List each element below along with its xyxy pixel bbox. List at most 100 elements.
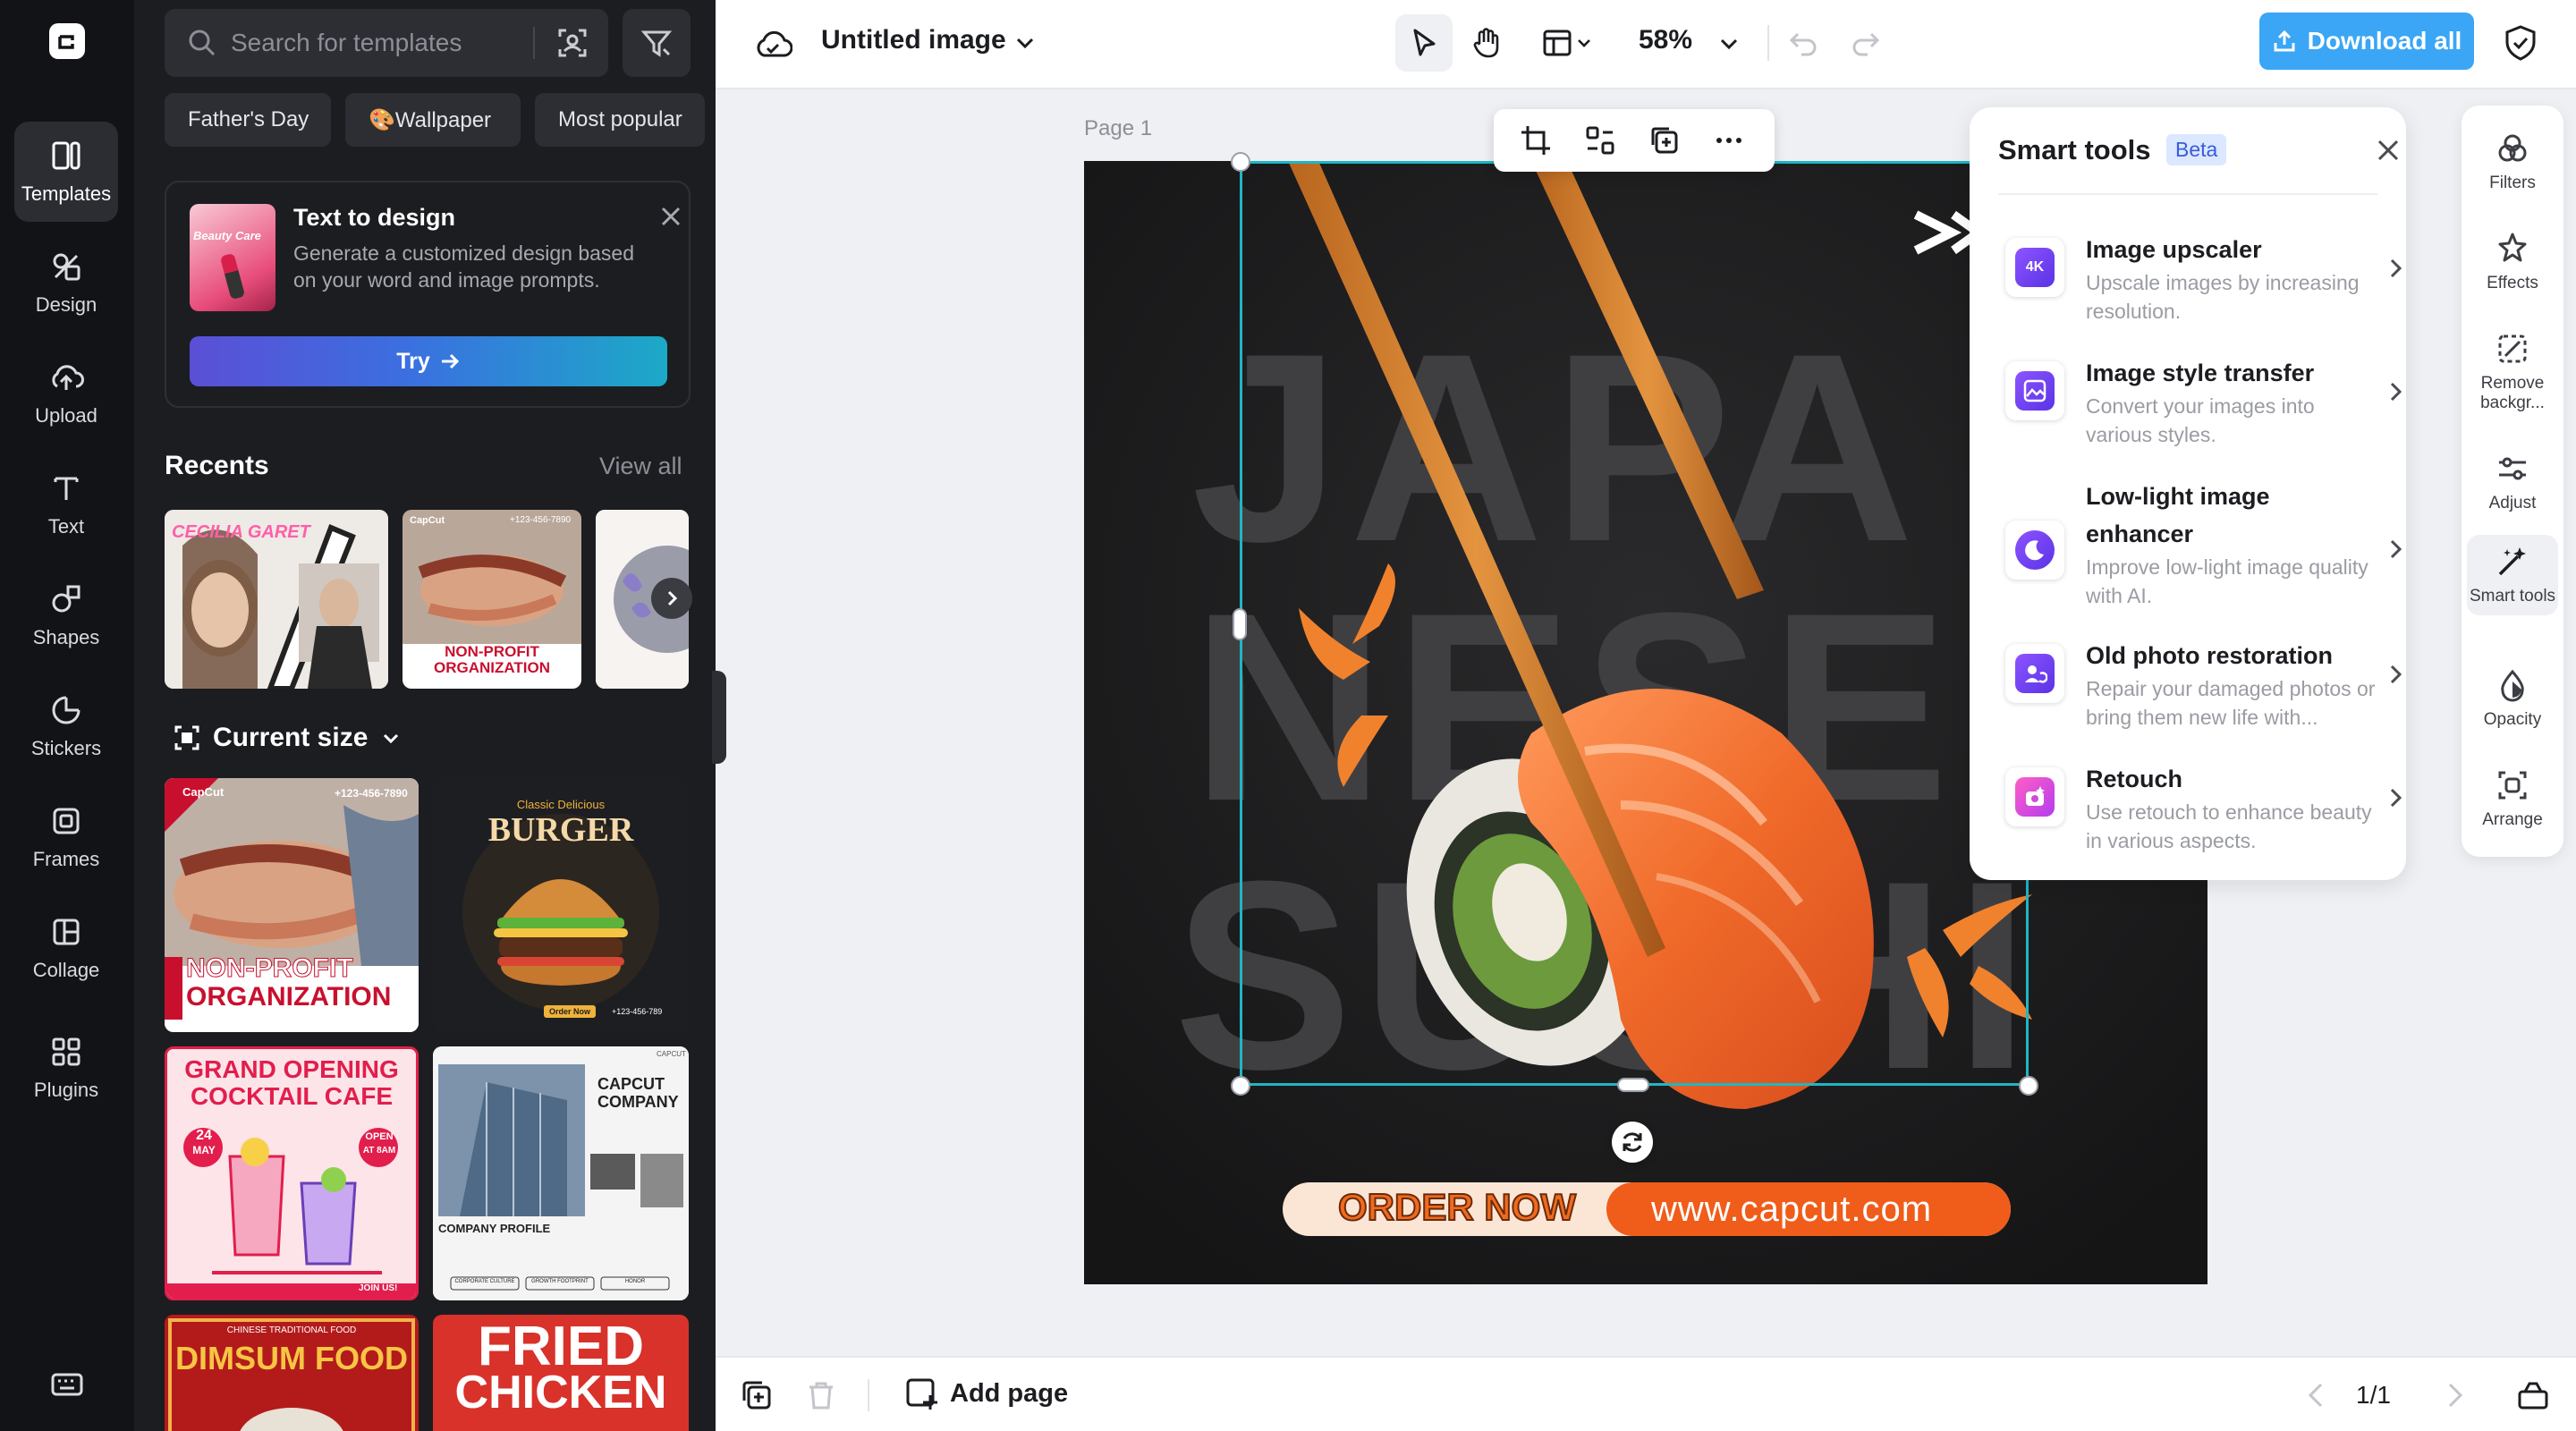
right-tool-effects[interactable]: Effects	[2467, 222, 2558, 302]
resize-handle-left[interactable]	[1233, 608, 1247, 640]
tool-name: Old photo restoration	[2086, 642, 2333, 669]
pages-panel-icon[interactable]	[2515, 1377, 2551, 1413]
current-size-dropdown[interactable]: Current size	[174, 723, 402, 753]
filter-button[interactable]	[623, 9, 691, 77]
rail-label: Upload	[35, 404, 97, 427]
chip-most-popular[interactable]: Most popular	[535, 93, 705, 147]
keyboard-icon[interactable]	[49, 1367, 85, 1402]
duplicate-page-icon[interactable]	[739, 1377, 775, 1413]
template-nonprofit[interactable]: CapCut +123-456-7890 NON-PROFIT ORGANIZA…	[165, 778, 419, 1032]
right-tool-label: Adjust	[2488, 494, 2537, 512]
rail-item-shapes[interactable]: Shapes	[14, 565, 118, 665]
chip-wallpaper[interactable]: 🎨Wallpaper	[345, 93, 521, 147]
chevron-down-icon[interactable]	[1716, 30, 1742, 57]
rail-label: Text	[47, 515, 85, 538]
rail-item-stickers[interactable]: Stickers	[14, 676, 118, 776]
download-all-button[interactable]: Download all	[2259, 13, 2474, 70]
chevron-down-icon[interactable]	[1011, 29, 1039, 57]
flip-icon[interactable]	[1583, 123, 1617, 157]
zoom-level[interactable]: 58%	[1639, 25, 1692, 55]
text-to-design-thumbnail: Beauty Care	[190, 204, 275, 311]
resize-icon	[174, 725, 199, 750]
template-cocktail[interactable]: GRAND OPENING COCKTAIL CAFE 24 MAY OPEN …	[165, 1046, 419, 1300]
right-tool-opacity[interactable]: Opacity	[2467, 658, 2558, 739]
resize-handle-bottom-left[interactable]	[1231, 1076, 1250, 1096]
delete-page-icon[interactable]	[803, 1377, 839, 1413]
right-tool-adjust[interactable]: Adjust	[2467, 442, 2558, 522]
style-transfer-icon	[2005, 361, 2064, 420]
redo-icon[interactable]	[1848, 25, 1884, 61]
template-fried-chicken[interactable]: FRIED CHICKEN	[433, 1315, 689, 1431]
recent-item[interactable]: CECILIA GARET	[165, 510, 388, 689]
recents-title: Recents	[165, 451, 269, 480]
more-options-icon[interactable]	[1712, 123, 1746, 157]
add-page-button[interactable]: Add page	[903, 1376, 1068, 1411]
document-title[interactable]: Untitled image	[821, 25, 1006, 55]
selection-box[interactable]	[1240, 161, 2029, 1086]
template-dimsum[interactable]: CHINESE TRADITIONAL FOOD DIMSUM FOOD	[165, 1315, 419, 1431]
rail-item-upload[interactable]: Upload	[14, 343, 118, 444]
hand-tool-button[interactable]	[1458, 14, 1515, 72]
crop-icon[interactable]	[1519, 123, 1553, 157]
view-all-link[interactable]: View all	[599, 453, 682, 480]
rail-item-collage[interactable]: Collage	[14, 898, 118, 998]
rail-item-text[interactable]: Text	[14, 454, 118, 555]
template-title: BURGER	[487, 811, 634, 849]
smart-tools-panel: Smart tools Beta 4K Image upscaler Upsca…	[1970, 107, 2406, 880]
next-page-icon[interactable]	[2436, 1377, 2472, 1413]
template-line2: COMPANY	[597, 1093, 679, 1111]
add-page-label: Add page	[950, 1378, 1069, 1408]
template-line2: COCKTAIL CAFE	[190, 1082, 394, 1110]
rail-item-frames[interactable]: Frames	[14, 787, 118, 887]
select-tool-button[interactable]	[1395, 14, 1453, 72]
tool-old-photo-restoration[interactable]: Old photo restoration Repair your damage…	[2005, 637, 2402, 744]
layout-button[interactable]	[1530, 14, 1605, 72]
right-tool-filters[interactable]: Filters	[2467, 122, 2558, 202]
tool-image-upscaler[interactable]: 4K Image upscaler Upscale images by incr…	[2005, 231, 2402, 338]
template-title: DIMSUM FOOD	[175, 1340, 408, 1376]
resize-handle-top-left[interactable]	[1231, 152, 1250, 172]
resize-handle-bottom-right[interactable]	[2019, 1076, 2038, 1096]
previous-page-icon[interactable]	[2299, 1377, 2334, 1413]
resize-handle-bottom[interactable]	[1617, 1078, 1649, 1092]
duplicate-icon[interactable]	[1648, 123, 1682, 157]
capcut-logo-icon[interactable]	[49, 23, 85, 59]
right-tool-arrange[interactable]: Arrange	[2467, 758, 2558, 839]
rail-item-plugins[interactable]: Plugins	[14, 1018, 118, 1118]
try-button[interactable]: Try	[190, 336, 667, 386]
search-input[interactable]: Search for templates	[165, 9, 608, 77]
right-tool-smart-tools[interactable]: Smart tools	[2467, 535, 2558, 615]
template-date-month: MAY	[192, 1144, 216, 1156]
recents-next-button[interactable]	[651, 578, 692, 619]
shield-icon[interactable]	[2501, 23, 2540, 63]
rail-item-templates[interactable]: Templates	[14, 122, 118, 222]
close-icon[interactable]	[658, 204, 683, 229]
tool-name: Image upscaler	[2086, 236, 2262, 263]
text-to-design-card: Beauty Care Text to design Generate a cu…	[165, 181, 691, 408]
current-size-label: Current size	[213, 723, 369, 752]
collapse-panel-handle[interactable]	[712, 671, 726, 764]
rail-label: Plugins	[33, 1079, 99, 1101]
tool-image-style-transfer[interactable]: Image style transfer Convert your images…	[2005, 354, 2402, 461]
bottom-divider	[868, 1379, 869, 1411]
cursor-icon	[1413, 29, 1436, 56]
tool-low-light-enhancer[interactable]: Low-light image enhancer Improve low-lig…	[2005, 478, 2402, 621]
undo-icon[interactable]	[1785, 25, 1821, 61]
template-burger[interactable]: Classic Delicious BURGER Order Now +123-…	[433, 778, 689, 1032]
cloud-sync-icon[interactable]	[753, 25, 792, 64]
right-tool-label: Remove backgr...	[2480, 374, 2545, 412]
rail-item-design[interactable]: Design	[14, 233, 118, 333]
close-icon[interactable]	[2374, 136, 2402, 165]
rotate-handle[interactable]	[1612, 1122, 1653, 1163]
right-tool-remove-background[interactable]: Remove backgr...	[2467, 322, 2558, 422]
template-company[interactable]: CAPCUT CAPCUT COMPANY COMPANY PROFILE CO…	[433, 1046, 689, 1300]
chip-fathers-day[interactable]: Father's Day	[165, 93, 331, 147]
tool-retouch[interactable]: Retouch Use retouch to enhance beauty in…	[2005, 760, 2402, 868]
tool-name: Image style transfer	[2086, 360, 2315, 386]
toolbar-divider	[1767, 25, 1769, 61]
image-search-icon[interactable]	[555, 25, 590, 61]
right-tool-label: Filters	[2489, 174, 2536, 192]
recent-item[interactable]: CapCut +123-456-7890 NON-PROFIT ORGANIZA…	[402, 510, 581, 689]
text-to-design-description: Generate a customized design based on yo…	[293, 241, 635, 292]
template-btn3: HONOR	[624, 1279, 646, 1284]
